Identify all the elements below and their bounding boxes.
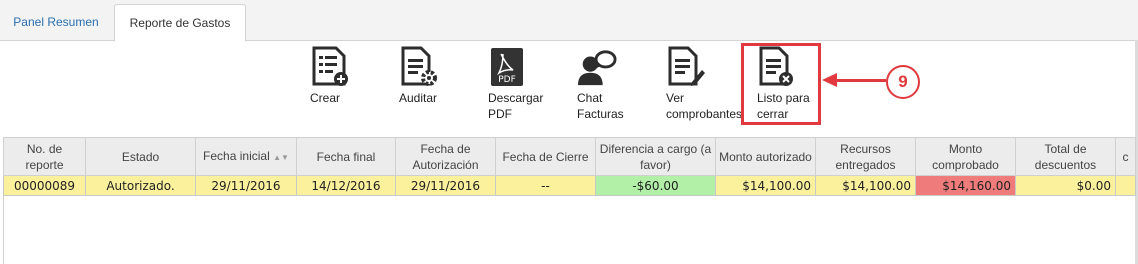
table-cell: Autorizado.	[85, 175, 196, 196]
chat-facturas-label: Chat Facturas	[577, 91, 624, 121]
column-header[interactable]: Fecha de Autorización	[395, 137, 496, 176]
table-cell: $14,100.00	[815, 175, 916, 196]
auditar-button[interactable]: Auditar	[399, 46, 439, 106]
column-header[interactable]: Recursos entregados	[815, 137, 916, 176]
column-header[interactable]: c	[1115, 137, 1136, 176]
column-header[interactable]: Monto autorizado	[715, 137, 816, 176]
step-badge: 9	[886, 65, 920, 99]
table-header-row: No. de reporte Estado Fecha inicial ▲▼ F…	[3, 137, 1136, 176]
column-header[interactable]: Diferencia a cargo (a favor)	[595, 137, 716, 176]
descargar-pdf-label: Descargar PDF	[488, 91, 544, 121]
column-header[interactable]: Fecha final	[296, 137, 396, 176]
table-cell: $14,160.00	[915, 175, 1016, 196]
table-empty-area	[3, 196, 1136, 264]
chat-user-icon	[577, 50, 617, 86]
crear-button[interactable]: Crear	[310, 46, 350, 106]
ver-comprobantes-label: Ver comprobantes	[666, 91, 743, 121]
table-cell: --	[495, 175, 596, 196]
table-row[interactable]: 00000089 Autorizado. 29/11/2016 14/12/20…	[3, 175, 1136, 196]
column-header[interactable]: No. de reporte	[3, 137, 86, 176]
pdf-icon: PDF	[491, 48, 523, 86]
highlight-box	[741, 43, 821, 125]
descargar-pdf-button[interactable]: PDF Descargar PDF	[488, 46, 543, 122]
column-header-label: Fecha inicial	[203, 148, 270, 163]
tab-panel-resumen[interactable]: Panel Resumen	[0, 4, 112, 40]
table-cell: 29/11/2016	[195, 175, 297, 196]
column-header[interactable]: Fecha de Cierre	[495, 137, 596, 176]
document-gear-icon	[401, 46, 437, 86]
table-cell: 29/11/2016	[395, 175, 496, 196]
column-header[interactable]: Monto comprobado	[915, 137, 1016, 176]
document-edit-icon	[668, 46, 705, 86]
arrow-icon	[822, 73, 837, 87]
table-cell: $0.00	[1015, 175, 1116, 196]
expense-report-table: No. de reporte Estado Fecha inicial ▲▼ F…	[3, 137, 1136, 196]
crear-label: Crear	[310, 91, 341, 105]
arrow-line	[836, 79, 886, 82]
document-add-icon	[312, 46, 348, 86]
auditar-label: Auditar	[399, 91, 438, 105]
table-cell	[1115, 175, 1136, 196]
svg-text:PDF: PDF	[498, 75, 516, 85]
table-cell: -$60.00	[595, 175, 716, 196]
column-header-sortable[interactable]: Fecha inicial ▲▼	[195, 137, 297, 176]
table-cell: $14,100.00	[715, 175, 816, 196]
tab-reporte-de-gastos[interactable]: Reporte de Gastos	[114, 4, 246, 42]
sort-icon[interactable]: ▲▼	[273, 153, 289, 162]
table-cell: 14/12/2016	[296, 175, 396, 196]
tab-bar: Panel Resumen Reporte de Gastos	[0, 0, 1138, 42]
ver-comprobantes-button[interactable]: Ver comprobantes	[666, 46, 742, 122]
table-cell: 00000089	[3, 175, 86, 196]
column-header[interactable]: Total de descuentos	[1015, 137, 1116, 176]
column-header[interactable]: Estado	[85, 137, 196, 176]
chat-facturas-button[interactable]: Chat Facturas	[577, 46, 624, 122]
